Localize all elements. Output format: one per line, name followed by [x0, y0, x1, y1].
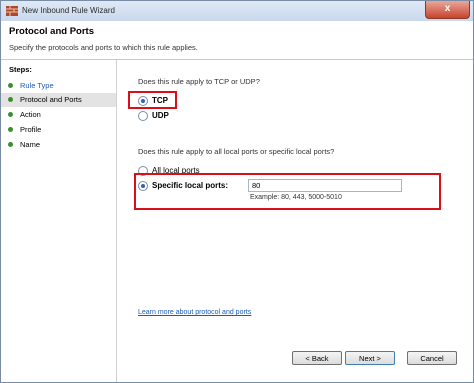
- tcp-label: TCP: [152, 96, 168, 105]
- step-label: Protocol and Ports: [20, 95, 82, 104]
- step-name: Name: [1, 138, 116, 152]
- steps-title: Steps:: [9, 65, 32, 74]
- specific-ports-label: Specific local ports:: [152, 181, 229, 190]
- step-status-dot-icon: [8, 97, 13, 102]
- udp-label: UDP: [152, 111, 169, 120]
- title-bar[interactable]: New Inbound Rule Wizard x: [1, 1, 473, 21]
- tcp-radio-option[interactable]: TCP: [138, 95, 178, 107]
- main-panel: Does this rule apply to TCP or UDP? TCP …: [117, 60, 473, 382]
- step-rule-type[interactable]: Rule Type: [1, 79, 116, 93]
- steps-panel: Steps: Rule Type Protocol and Ports Acti…: [1, 60, 117, 382]
- next-button[interactable]: Next >: [345, 351, 395, 365]
- step-action: Action: [1, 108, 116, 122]
- wizard-header: Protocol and Ports Specify the protocols…: [1, 21, 473, 60]
- ports-question: Does this rule apply to all local ports …: [138, 147, 335, 156]
- cancel-button[interactable]: Cancel: [407, 351, 457, 365]
- tcp-radio[interactable]: [138, 96, 148, 106]
- learn-more-link[interactable]: Learn more about protocol and ports: [138, 309, 251, 316]
- step-label: Rule Type: [20, 81, 54, 90]
- back-button[interactable]: < Back: [292, 351, 342, 365]
- step-status-dot-icon: [8, 83, 13, 88]
- step-label: Action: [20, 110, 41, 119]
- page-title: Protocol and Ports: [9, 26, 94, 37]
- step-status-dot-icon: [8, 127, 13, 132]
- window-title: New Inbound Rule Wizard: [22, 6, 115, 15]
- page-subtitle: Specify the protocols and ports to which…: [9, 43, 198, 52]
- step-status-dot-icon: [8, 142, 13, 147]
- udp-radio[interactable]: [138, 111, 148, 121]
- specific-ports-radio-option[interactable]: Specific local ports:: [138, 180, 248, 192]
- udp-radio-option[interactable]: UDP: [138, 110, 178, 122]
- ports-input[interactable]: [248, 179, 402, 192]
- wizard-window: New Inbound Rule Wizard x Protocol and P…: [0, 0, 474, 383]
- firewall-icon: [6, 6, 18, 16]
- step-protocol-and-ports[interactable]: Protocol and Ports: [1, 93, 116, 107]
- protocol-question: Does this rule apply to TCP or UDP?: [138, 77, 260, 86]
- ports-example: Example: 80, 443, 5000-5010: [250, 194, 342, 201]
- step-status-dot-icon: [8, 112, 13, 117]
- step-label: Name: [20, 140, 41, 149]
- step-profile: Profile: [1, 123, 116, 137]
- specific-ports-radio[interactable]: [138, 181, 148, 191]
- step-label: Profile: [20, 125, 42, 134]
- close-button[interactable]: x: [425, 1, 470, 19]
